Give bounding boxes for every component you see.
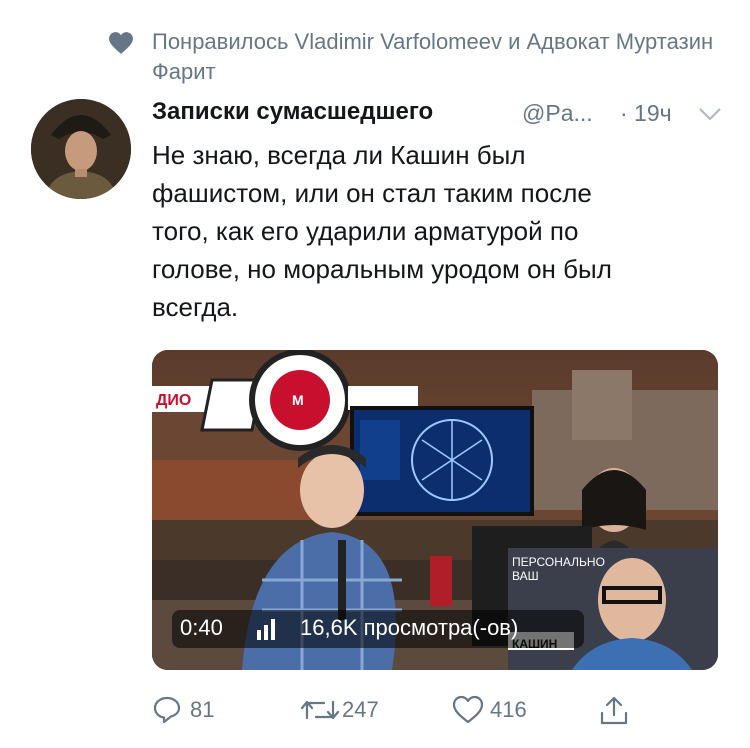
reply-count: 81: [190, 697, 215, 722]
share-button[interactable]: [598, 693, 634, 729]
like-button[interactable]: 416: [452, 693, 542, 729]
logo-letter: М: [292, 392, 304, 408]
pip-show-title: ПЕРСОНАЛЬНО ВАШ: [512, 555, 605, 583]
views-bars-icon: [257, 619, 275, 640]
author-handle[interactable]: @Pa...: [522, 100, 593, 127]
avatar[interactable]: [31, 99, 131, 199]
retweet-count: 247: [342, 697, 379, 722]
reply-icon: [153, 696, 181, 724]
tweet-time[interactable]: · 19ч: [620, 100, 672, 127]
author-name[interactable]: Записки сумасшедшего: [152, 98, 433, 126]
view-count: 16,6K просмотра(-ов): [300, 615, 519, 640]
retweet-icon: [300, 700, 340, 720]
share-icon: [600, 696, 628, 725]
video-duration: 0:40: [180, 615, 223, 640]
logo-prefix: ДИО: [156, 392, 191, 409]
heart-icon: [109, 32, 133, 54]
tweet-text: Не знаю, всегда ли Кашин был фашистом, и…: [152, 140, 612, 322]
tweet-actions: 81 247 416: [152, 693, 652, 729]
heart-icon: [452, 695, 484, 724]
chevron-down-icon[interactable]: [698, 106, 722, 122]
tweet-header: Записки сумасшедшего @Pa... · 19ч: [152, 96, 727, 134]
liked-by-text[interactable]: Понравилось Vladimir Varfolomeev и Адвок…: [152, 27, 732, 87]
video-player[interactable]: ДИО М ПЕРСОНАЛЬНО ВАШ КАШИН: [152, 350, 718, 670]
like-count: 416: [490, 697, 527, 722]
reply-button[interactable]: 81: [152, 693, 232, 729]
video-info-overlay: 0:40 16,6K просмотра(-ов): [172, 610, 584, 648]
retweet-button[interactable]: 247: [300, 693, 400, 729]
